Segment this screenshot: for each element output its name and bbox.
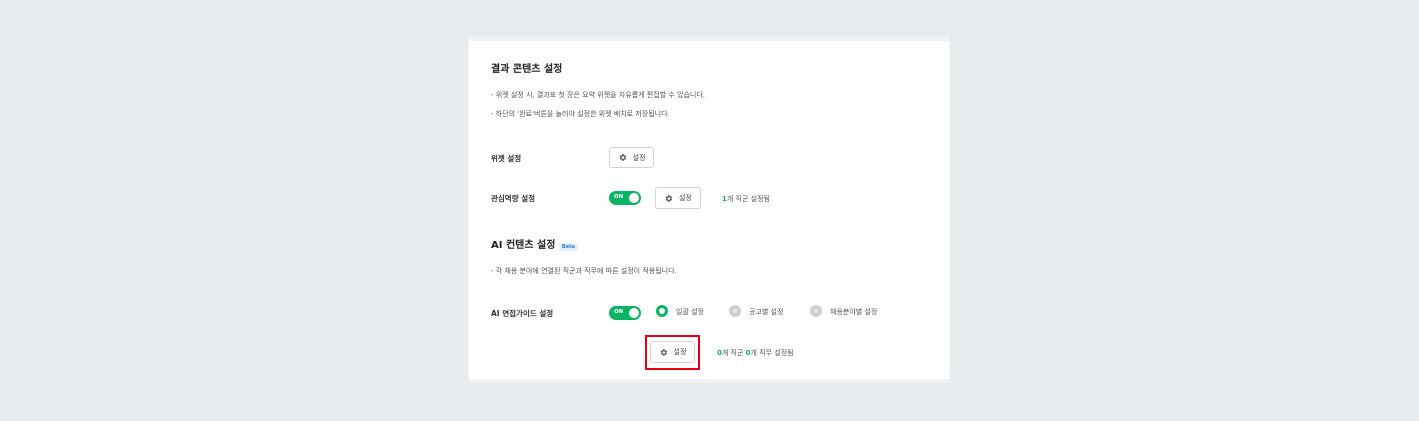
beta-badge: Beta <box>558 243 578 251</box>
radio-per-field-setting-label: 채용분야별 설정 <box>830 308 878 316</box>
widget-setting-label: 위젯 설정 <box>491 154 522 163</box>
ai-interview-toggle[interactable]: ON <box>609 306 641 320</box>
gear-icon <box>619 154 626 161</box>
result-content-desc-2: - 하단의 '완료'버튼을 눌러야 설정한 위젯 배치로 저장됩니다. <box>491 110 670 118</box>
interest-setting-toggle[interactable]: ON <box>609 191 641 205</box>
interest-setting-count: 1개 직군 설정됨 <box>722 194 770 204</box>
radio-bulk-setting-label: 일괄 설정 <box>676 308 704 316</box>
radio-per-posting-setting-label: 공고별 설정 <box>749 308 784 316</box>
toggle-on-label: ON <box>614 194 624 200</box>
ai-count-b-suffix: 개 직무 설정됨 <box>750 349 794 357</box>
interest-setting-button-label: 설정 <box>679 194 692 202</box>
gear-icon <box>665 194 673 202</box>
radio-per-posting-setting[interactable] <box>729 305 741 317</box>
toggle-on-label: ON <box>614 309 624 315</box>
result-content-desc-1: - 위젯 설정 시, 결과표 첫 장은 요약 위젯을 자유롭게 편집할 수 있습… <box>491 91 705 99</box>
ai-interview-count: 0개 직군 0개 직무 설정됨 <box>717 348 794 358</box>
ai-count-a-suffix: 개 직군 <box>721 349 746 357</box>
interest-setting-label: 관심역량 설정 <box>491 194 536 203</box>
toggle-knob <box>629 193 639 203</box>
highlight-box <box>645 335 700 370</box>
interest-count-suffix: 개 직군 설정됨 <box>726 195 770 203</box>
settings-card <box>468 36 950 383</box>
radio-per-field-setting[interactable] <box>810 305 822 317</box>
ai-content-desc: - 각 채용 분야에 연결된 직군과 직무에 따른 설정이 적용됩니다. <box>491 267 677 275</box>
result-content-title: 결과 콘텐츠 설정 <box>491 64 563 75</box>
ai-content-title-text: AI 컨텐츠 설정 <box>491 240 556 251</box>
radio-bulk-setting[interactable] <box>656 305 668 317</box>
toggle-knob <box>629 308 639 318</box>
ai-content-title: AI 컨텐츠 설정 Beta <box>491 236 578 251</box>
widget-setting-button-label: 설정 <box>632 153 646 162</box>
interest-setting-button[interactable]: 설정 <box>655 187 701 209</box>
widget-setting-button[interactable]: 설정 <box>609 147 654 168</box>
ai-interview-label: AI 면접가이드 설정 <box>491 309 554 318</box>
